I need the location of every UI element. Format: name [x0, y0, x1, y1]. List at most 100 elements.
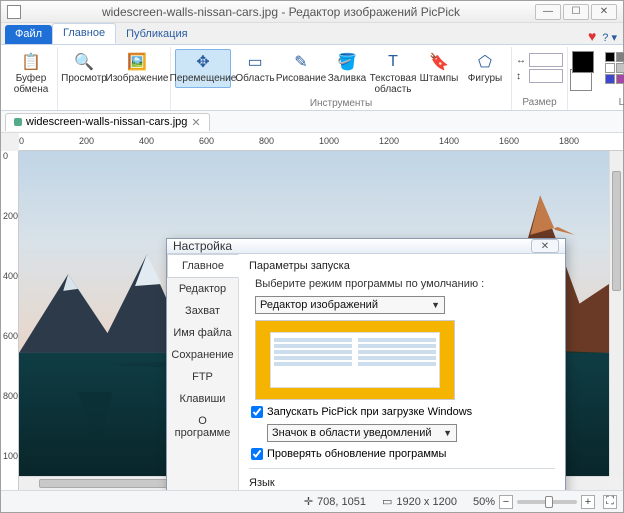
startup-section-title: Параметры запуска — [249, 260, 555, 272]
minimize-button[interactable]: — — [535, 4, 561, 20]
pen-icon: ✎ — [291, 52, 311, 72]
mode-label: Выберите режим программы по умолчанию : — [255, 278, 555, 290]
mode-preview — [255, 320, 455, 400]
dialog-titlebar: Настройка ✕ — [167, 239, 565, 254]
ribbon-tabstrip: Файл Главное Публикация ♥ ? ▾ — [1, 23, 623, 45]
doc-tab-close-icon[interactable]: ✕ — [191, 116, 200, 129]
zoom-fit-button[interactable]: ⛶ — [603, 495, 617, 509]
ruler-tick: 1000 — [319, 136, 339, 146]
close-button[interactable]: ✕ — [591, 4, 617, 20]
tray-select[interactable]: Значок в области уведомлений ▼ — [267, 424, 457, 442]
settings-dialog: Настройка ✕ ГлавноеРедакторЗахватИмя фай… — [166, 238, 566, 490]
region-tool-button[interactable]: ▭ Область — [233, 49, 277, 88]
autostart-checkbox[interactable]: Запускать PicPick при загрузке Windows — [251, 406, 555, 418]
stamp-tool-button[interactable]: 🔖 Штампы — [417, 49, 461, 88]
ruler-tick: 800 — [3, 391, 18, 401]
width-icon: ↔ — [516, 55, 526, 66]
dialog-close-button[interactable]: ✕ — [531, 239, 559, 253]
color-palette — [604, 51, 624, 85]
text-icon: T — [383, 52, 403, 72]
move-tool-button[interactable]: ✥ Перемещение — [175, 49, 231, 88]
stamp-icon: 🔖 — [429, 52, 449, 72]
dialog-content: Параметры запуска Выберите режим програм… — [239, 254, 565, 490]
doc-tab-icon — [14, 118, 22, 126]
autostart-checkbox-input[interactable] — [251, 406, 263, 418]
dimensions-icon: ▭ — [382, 495, 392, 508]
dialog-nav-item[interactable]: FTP — [167, 366, 238, 388]
tools-group-label: Инструменты — [310, 98, 372, 111]
crosshair-icon: ✛ — [304, 495, 313, 508]
status-zoom: 50% − + ⛶ — [473, 495, 617, 509]
ruler-tick: 200 — [79, 136, 94, 146]
text-tool-button[interactable]: T Текстовая область — [371, 49, 415, 98]
mode-select[interactable]: Редактор изображений ▼ — [255, 296, 445, 314]
color-swatch[interactable] — [616, 52, 624, 62]
window-title: widescreen-walls-nissan-cars.jpg - Редак… — [27, 5, 535, 19]
ruler-tick: 0 — [19, 136, 24, 146]
view-button[interactable]: 🔍 Просмотр — [62, 49, 106, 88]
fg-bg-swatch[interactable] — [572, 51, 602, 81]
dialog-nav-item[interactable]: Клавиши — [167, 388, 238, 410]
dialog-nav-item[interactable]: Захват — [167, 300, 238, 322]
dialog-nav-item[interactable]: Редактор — [167, 278, 238, 300]
group-colors: Цвета — [568, 47, 624, 110]
dialog-nav-item[interactable]: О программе — [167, 410, 238, 444]
ruler-tick: 1800 — [559, 136, 579, 146]
fg-color-swatch[interactable] — [572, 51, 594, 73]
tab-home[interactable]: Главное — [52, 23, 116, 44]
color-swatch[interactable] — [605, 52, 615, 62]
color-swatch[interactable] — [616, 63, 624, 73]
document-tabs: widescreen-walls-nissan-cars.jpg ✕ — [1, 111, 623, 133]
divider — [249, 468, 555, 469]
ruler-tick: 200 — [3, 211, 18, 221]
image-button[interactable]: 🖼️ Изображение — [108, 49, 166, 88]
zoom-in-button[interactable]: + — [581, 495, 595, 509]
fill-tool-button[interactable]: 🪣 Заливка — [325, 49, 369, 88]
height-icon: ↕ — [516, 71, 526, 82]
ribbon: 📋 Буфер обмена 🔍 Просмотр 🖼️ Изображение — [1, 45, 623, 111]
updates-checkbox[interactable]: Проверять обновление программы — [251, 448, 555, 460]
zoom-slider[interactable] — [517, 500, 577, 504]
favorite-icon[interactable]: ♥ — [588, 28, 596, 44]
dialog-nav-item[interactable]: Имя файла — [167, 322, 238, 344]
scrollbar-vertical[interactable] — [609, 151, 623, 476]
chevron-down-icon: ▼ — [431, 300, 440, 310]
status-dimensions: ▭ 1920 x 1200 — [382, 495, 457, 508]
zoom-slider-knob[interactable] — [545, 496, 553, 508]
clipboard-button[interactable]: 📋 Буфер обмена — [9, 49, 53, 98]
status-cursor: ✛ 708, 1051 — [304, 495, 366, 508]
width-input[interactable] — [529, 53, 563, 67]
height-input[interactable] — [529, 69, 563, 83]
maximize-button[interactable]: ☐ — [563, 4, 589, 20]
color-swatch[interactable] — [616, 74, 624, 84]
updates-checkbox-input[interactable] — [251, 448, 263, 460]
scroll-thumb-v[interactable] — [612, 171, 621, 291]
shapes-tool-button[interactable]: ⬠ Фигуры — [463, 49, 507, 88]
group-clipboard: 📋 Буфер обмена — [5, 47, 58, 110]
ruler-horizontal: 020040060080010001200140016001800 — [19, 133, 623, 151]
help-dropdown-icon[interactable]: ? ▾ — [602, 31, 617, 44]
zoom-out-button[interactable]: − — [499, 495, 513, 509]
ruler-tick: 400 — [3, 271, 18, 281]
dialog-nav: ГлавноеРедакторЗахватИмя файлаСохранение… — [167, 254, 239, 490]
move-icon: ✥ — [193, 52, 213, 72]
titlebar: widescreen-walls-nissan-cars.jpg - Редак… — [1, 1, 623, 23]
ruler-tick: 800 — [259, 136, 274, 146]
group-size: ↔ ↕ Размер — [512, 47, 568, 110]
group-view: 🔍 Просмотр 🖼️ Изображение — [58, 47, 171, 110]
ruler-tick: 600 — [3, 331, 18, 341]
bucket-icon: 🪣 — [337, 52, 357, 72]
document-tab[interactable]: widescreen-walls-nissan-cars.jpg ✕ — [5, 113, 210, 131]
tab-publish[interactable]: Публикация — [116, 25, 197, 44]
dialog-nav-item[interactable]: Главное — [167, 254, 239, 278]
shapes-icon: ⬠ — [475, 52, 495, 72]
ruler-tick: 0 — [3, 151, 8, 161]
dialog-nav-item[interactable]: Сохранение — [167, 344, 238, 366]
file-menu-button[interactable]: Файл — [5, 25, 52, 44]
size-group-label: Размер — [522, 97, 556, 110]
language-section-title: Язык — [249, 477, 555, 489]
color-swatch[interactable] — [605, 63, 615, 73]
group-tools: ✥ Перемещение ▭ Область ✎ Рисование 🪣 За… — [171, 47, 512, 110]
color-swatch[interactable] — [605, 74, 615, 84]
draw-tool-button[interactable]: ✎ Рисование — [279, 49, 323, 88]
